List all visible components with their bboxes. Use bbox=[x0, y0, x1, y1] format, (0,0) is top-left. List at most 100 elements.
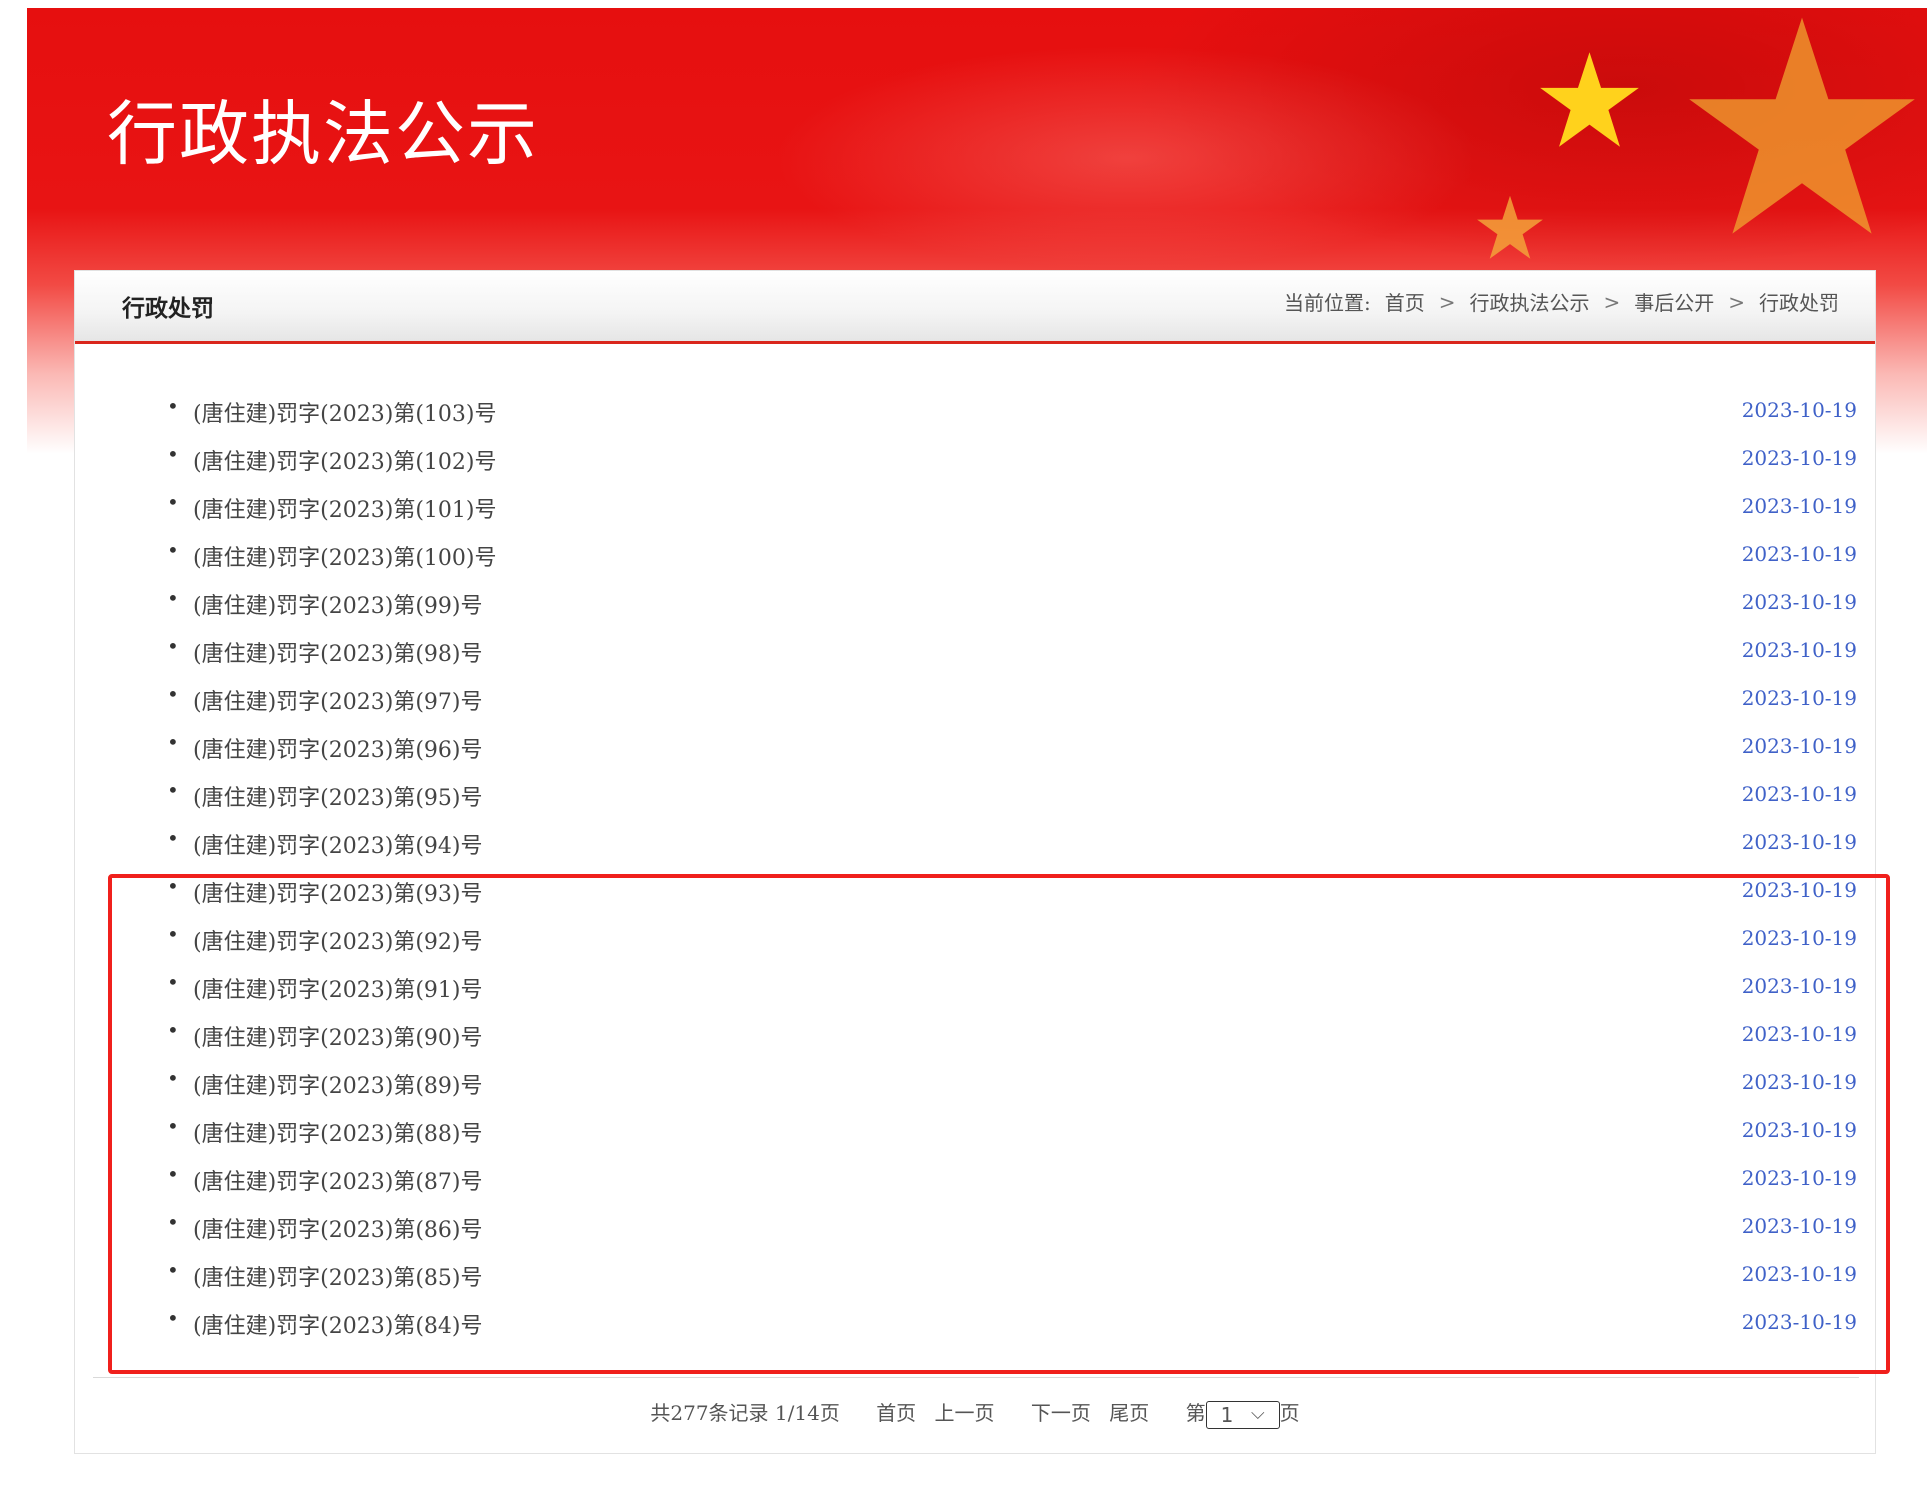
list-item-date: 2023-10-19 bbox=[1741, 638, 1857, 662]
breadcrumb: 当前位置: 首页 > 行政执法公示 > 事后公开 > 行政处罚 bbox=[1284, 287, 1839, 316]
list-item-title-link[interactable]: (唐住建)罚字(2023)第(85)号 bbox=[193, 1260, 482, 1292]
list-item-title-link[interactable]: (唐住建)罚字(2023)第(102)号 bbox=[193, 444, 496, 476]
pagination: 共277条记录 1/14页 首页 上一页 下一页 尾页 第 1 ⌵ 页 bbox=[75, 1397, 1875, 1429]
flag-star-large-icon bbox=[1689, 17, 1915, 234]
list-item-title-link[interactable]: (唐住建)罚字(2023)第(90)号 bbox=[193, 1020, 482, 1052]
list-item: • (唐住建)罚字(2023)第(91)号 2023-10-19 bbox=[75, 970, 1875, 1020]
list-item-title-link[interactable]: (唐住建)罚字(2023)第(97)号 bbox=[193, 684, 482, 716]
list-item: • (唐住建)罚字(2023)第(100)号 2023-10-19 bbox=[75, 538, 1875, 588]
bullet-icon: • bbox=[167, 682, 179, 706]
list-item: • (唐住建)罚字(2023)第(86)号 2023-10-19 bbox=[75, 1210, 1875, 1260]
list-item: • (唐住建)罚字(2023)第(89)号 2023-10-19 bbox=[75, 1066, 1875, 1116]
breadcrumb-separator: > bbox=[1728, 289, 1745, 314]
flag-star-small-icon bbox=[1477, 195, 1543, 259]
bullet-icon: • bbox=[167, 778, 179, 802]
site-title: 行政执法公示 bbox=[107, 93, 539, 175]
bullet-icon: • bbox=[167, 922, 179, 946]
list-divider bbox=[93, 1377, 1859, 1378]
list-item-date: 2023-10-19 bbox=[1741, 926, 1857, 950]
bullet-icon: • bbox=[167, 538, 179, 562]
bullet-icon: • bbox=[167, 634, 179, 658]
list-item-date: 2023-10-19 bbox=[1741, 878, 1857, 902]
bullet-icon: • bbox=[167, 1258, 179, 1282]
list-item: • (唐住建)罚字(2023)第(92)号 2023-10-19 bbox=[75, 922, 1875, 972]
last-page-link[interactable]: 尾页 bbox=[1109, 1401, 1149, 1425]
bullet-icon: • bbox=[167, 586, 179, 610]
list-item-date: 2023-10-19 bbox=[1741, 1310, 1857, 1334]
list-item-title-link[interactable]: (唐住建)罚字(2023)第(95)号 bbox=[193, 780, 482, 812]
list-item: • (唐住建)罚字(2023)第(99)号 2023-10-19 bbox=[75, 586, 1875, 636]
list-item: • (唐住建)罚字(2023)第(102)号 2023-10-19 bbox=[75, 442, 1875, 492]
bullet-icon: • bbox=[167, 826, 179, 850]
list-item-title-link[interactable]: (唐住建)罚字(2023)第(96)号 bbox=[193, 732, 482, 764]
list-item-date: 2023-10-19 bbox=[1741, 734, 1857, 758]
list-item-title-link[interactable]: (唐住建)罚字(2023)第(93)号 bbox=[193, 876, 482, 908]
list-item: • (唐住建)罚字(2023)第(97)号 2023-10-19 bbox=[75, 682, 1875, 732]
list-item-date: 2023-10-19 bbox=[1741, 446, 1857, 470]
list-item-date: 2023-10-19 bbox=[1741, 542, 1857, 566]
list-item-date: 2023-10-19 bbox=[1741, 1262, 1857, 1286]
list-item-title-link[interactable]: (唐住建)罚字(2023)第(84)号 bbox=[193, 1308, 482, 1340]
list-item: • (唐住建)罚字(2023)第(95)号 2023-10-19 bbox=[75, 778, 1875, 828]
list-item-title-link[interactable]: (唐住建)罚字(2023)第(94)号 bbox=[193, 828, 482, 860]
bullet-icon: • bbox=[167, 874, 179, 898]
breadcrumb-separator: > bbox=[1603, 289, 1621, 314]
bullet-icon: • bbox=[167, 1162, 179, 1186]
list-item: • (唐住建)罚字(2023)第(85)号 2023-10-19 bbox=[75, 1258, 1875, 1308]
list-item-date: 2023-10-19 bbox=[1741, 398, 1857, 422]
list-item: • (唐住建)罚字(2023)第(103)号 2023-10-19 bbox=[75, 394, 1875, 444]
bullet-icon: • bbox=[167, 1018, 179, 1042]
pagination-summary: 共277条记录 1/14页 bbox=[650, 1401, 840, 1425]
list-item-title-link[interactable]: (唐住建)罚字(2023)第(98)号 bbox=[193, 636, 482, 668]
penalty-list: • (唐住建)罚字(2023)第(103)号 2023-10-19 • (唐住建)罚字… bbox=[75, 394, 1875, 1356]
list-item: • (唐住建)罚字(2023)第(98)号 2023-10-19 bbox=[75, 634, 1875, 684]
list-item-date: 2023-10-19 bbox=[1741, 974, 1857, 998]
list-item-title-link[interactable]: (唐住建)罚字(2023)第(101)号 bbox=[193, 492, 496, 524]
bullet-icon: • bbox=[167, 1306, 179, 1330]
list-item: • (唐住建)罚字(2023)第(90)号 2023-10-19 bbox=[75, 1018, 1875, 1068]
list-item: • (唐住建)罚字(2023)第(94)号 2023-10-19 bbox=[75, 826, 1875, 876]
list-item-title-link[interactable]: (唐住建)罚字(2023)第(103)号 bbox=[193, 396, 496, 428]
list-item-title-link[interactable]: (唐住建)罚字(2023)第(99)号 bbox=[193, 588, 482, 620]
breadcrumb-enforcement-link[interactable]: 行政执法公示 bbox=[1469, 287, 1589, 316]
goto-suffix: 页 bbox=[1279, 1401, 1300, 1425]
list-item-title-link[interactable]: (唐住建)罚字(2023)第(92)号 bbox=[193, 924, 482, 956]
list-item: • (唐住建)罚字(2023)第(88)号 2023-10-19 bbox=[75, 1114, 1875, 1164]
list-item-date: 2023-10-19 bbox=[1741, 494, 1857, 518]
breadcrumb-separator: > bbox=[1438, 289, 1456, 314]
breadcrumb-post-disclosure-link[interactable]: 事后公开 bbox=[1634, 287, 1714, 316]
list-item-title-link[interactable]: (唐住建)罚字(2023)第(91)号 bbox=[193, 972, 482, 1004]
list-item-date: 2023-10-19 bbox=[1741, 590, 1857, 614]
list-item: • (唐住建)罚字(2023)第(84)号 2023-10-19 bbox=[75, 1306, 1875, 1356]
list-item-title-link[interactable]: (唐住建)罚字(2023)第(100)号 bbox=[193, 540, 496, 572]
list-item-date: 2023-10-19 bbox=[1741, 1070, 1857, 1094]
list-item-title-link[interactable]: (唐住建)罚字(2023)第(88)号 bbox=[193, 1116, 482, 1148]
bullet-icon: • bbox=[167, 1210, 179, 1234]
bullet-icon: • bbox=[167, 1114, 179, 1138]
first-page-link[interactable]: 首页 bbox=[876, 1401, 916, 1425]
list-item-date: 2023-10-19 bbox=[1741, 686, 1857, 710]
list-item: • (唐住建)罚字(2023)第(96)号 2023-10-19 bbox=[75, 730, 1875, 780]
page-select[interactable]: 1 ⌵ bbox=[1205, 1400, 1280, 1429]
list-item-date: 2023-10-19 bbox=[1741, 830, 1857, 854]
page-select-value: 1 bbox=[1220, 1402, 1234, 1427]
list-item: • (唐住建)罚字(2023)第(93)号 2023-10-19 bbox=[75, 874, 1875, 924]
list-item-title-link[interactable]: (唐住建)罚字(2023)第(89)号 bbox=[193, 1068, 482, 1100]
breadcrumb-home-link[interactable]: 首页 bbox=[1385, 287, 1425, 316]
panel-title: 行政处罚 bbox=[122, 295, 214, 322]
list-item-date: 2023-10-19 bbox=[1741, 1118, 1857, 1142]
panel-header: 行政处罚 当前位置: 首页 > 行政执法公示 > 事后公开 > 行政处罚 bbox=[75, 271, 1875, 344]
list-item-title-link[interactable]: (唐住建)罚字(2023)第(86)号 bbox=[193, 1212, 482, 1244]
bullet-icon: • bbox=[167, 730, 179, 754]
list-item: • (唐住建)罚字(2023)第(101)号 2023-10-19 bbox=[75, 490, 1875, 540]
goto-prefix: 第 bbox=[1185, 1401, 1206, 1425]
chevron-down-icon: ⌵ bbox=[1250, 1402, 1265, 1424]
list-item-date: 2023-10-19 bbox=[1741, 1022, 1857, 1046]
prev-page-link[interactable]: 上一页 bbox=[935, 1401, 995, 1425]
next-page-link[interactable]: 下一页 bbox=[1031, 1401, 1091, 1425]
breadcrumb-penalty-link[interactable]: 行政处罚 bbox=[1759, 287, 1839, 316]
list-item-title-link[interactable]: (唐住建)罚字(2023)第(87)号 bbox=[193, 1164, 482, 1196]
list-item: • (唐住建)罚字(2023)第(87)号 2023-10-19 bbox=[75, 1162, 1875, 1212]
list-item-date: 2023-10-19 bbox=[1741, 1214, 1857, 1238]
bullet-icon: • bbox=[167, 442, 179, 466]
